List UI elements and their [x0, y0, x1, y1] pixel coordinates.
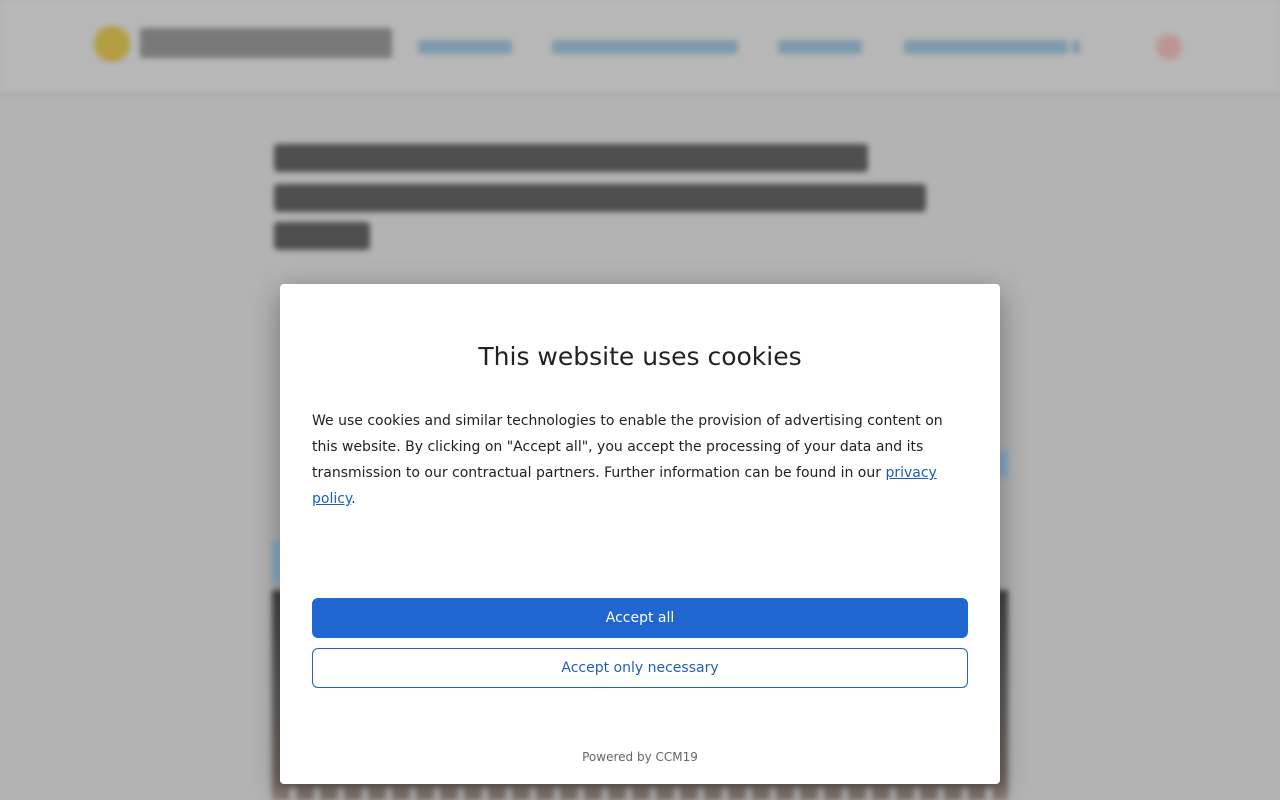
cookie-dialog-title: This website uses cookies — [478, 342, 802, 371]
cookie-dialog-text-end: . — [351, 491, 356, 507]
cookie-dialog-text: We use cookies and similar technologies … — [312, 408, 968, 512]
cookie-dialog-text-body: We use cookies and similar technologies … — [312, 413, 943, 481]
accept-necessary-button[interactable]: Accept only necessary — [312, 648, 968, 688]
accept-all-button[interactable]: Accept all — [312, 598, 968, 638]
powered-by-text: Powered by CCM19 — [582, 750, 698, 764]
cookie-consent-dialog: This website uses cookies We use cookies… — [280, 284, 1000, 784]
